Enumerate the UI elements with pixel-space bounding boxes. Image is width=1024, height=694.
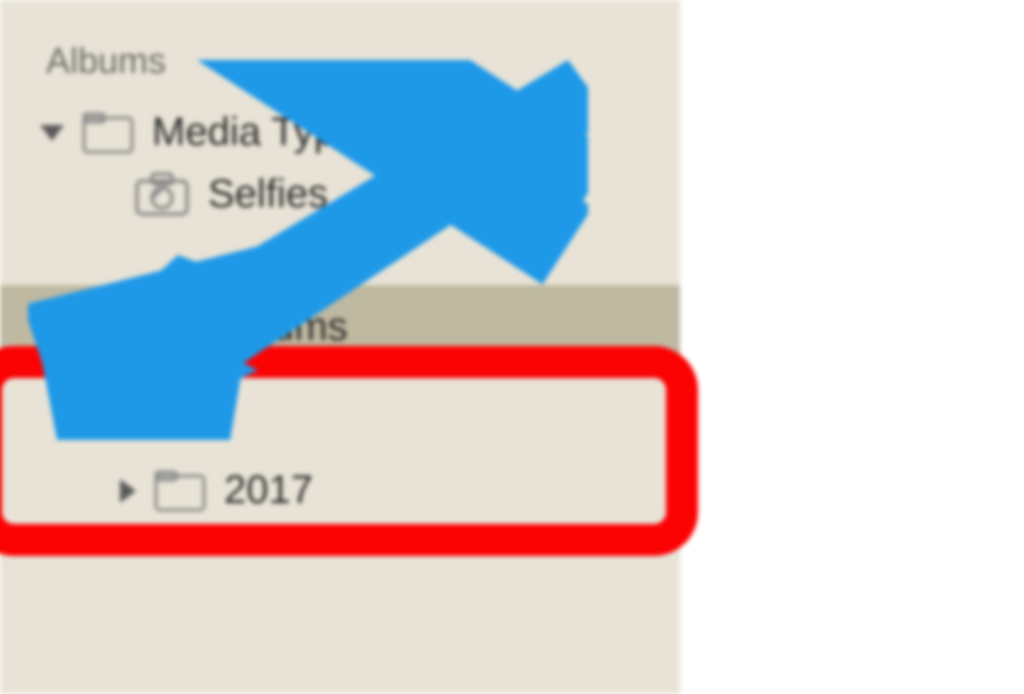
sidebar-item-selfies[interactable]: Selfies <box>0 163 680 225</box>
sidebar-item-my-albums[interactable]: My Albums <box>0 285 680 370</box>
sidebar-item-label: Selfies <box>208 172 328 217</box>
folder-icon <box>154 470 206 512</box>
sidebar: Albums Media Types Selfies My Albums 201… <box>0 0 680 694</box>
folder-icon <box>82 112 134 154</box>
disclosure-triangle-icon[interactable] <box>40 320 64 336</box>
sidebar-item-label: Media Types <box>152 110 378 155</box>
disclosure-triangle-icon[interactable] <box>120 479 136 503</box>
sidebar-section-header: Albums <box>0 0 680 102</box>
sidebar-item-media-types[interactable]: Media Types <box>0 102 680 163</box>
sidebar-item-label: My Albums <box>152 305 348 350</box>
disclosure-triangle-icon[interactable] <box>40 125 64 141</box>
camera-icon <box>134 171 190 217</box>
sidebar-item-label: 2017 <box>224 468 313 513</box>
folder-icon <box>82 307 134 349</box>
sidebar-item-2017[interactable]: 2017 <box>0 460 680 521</box>
